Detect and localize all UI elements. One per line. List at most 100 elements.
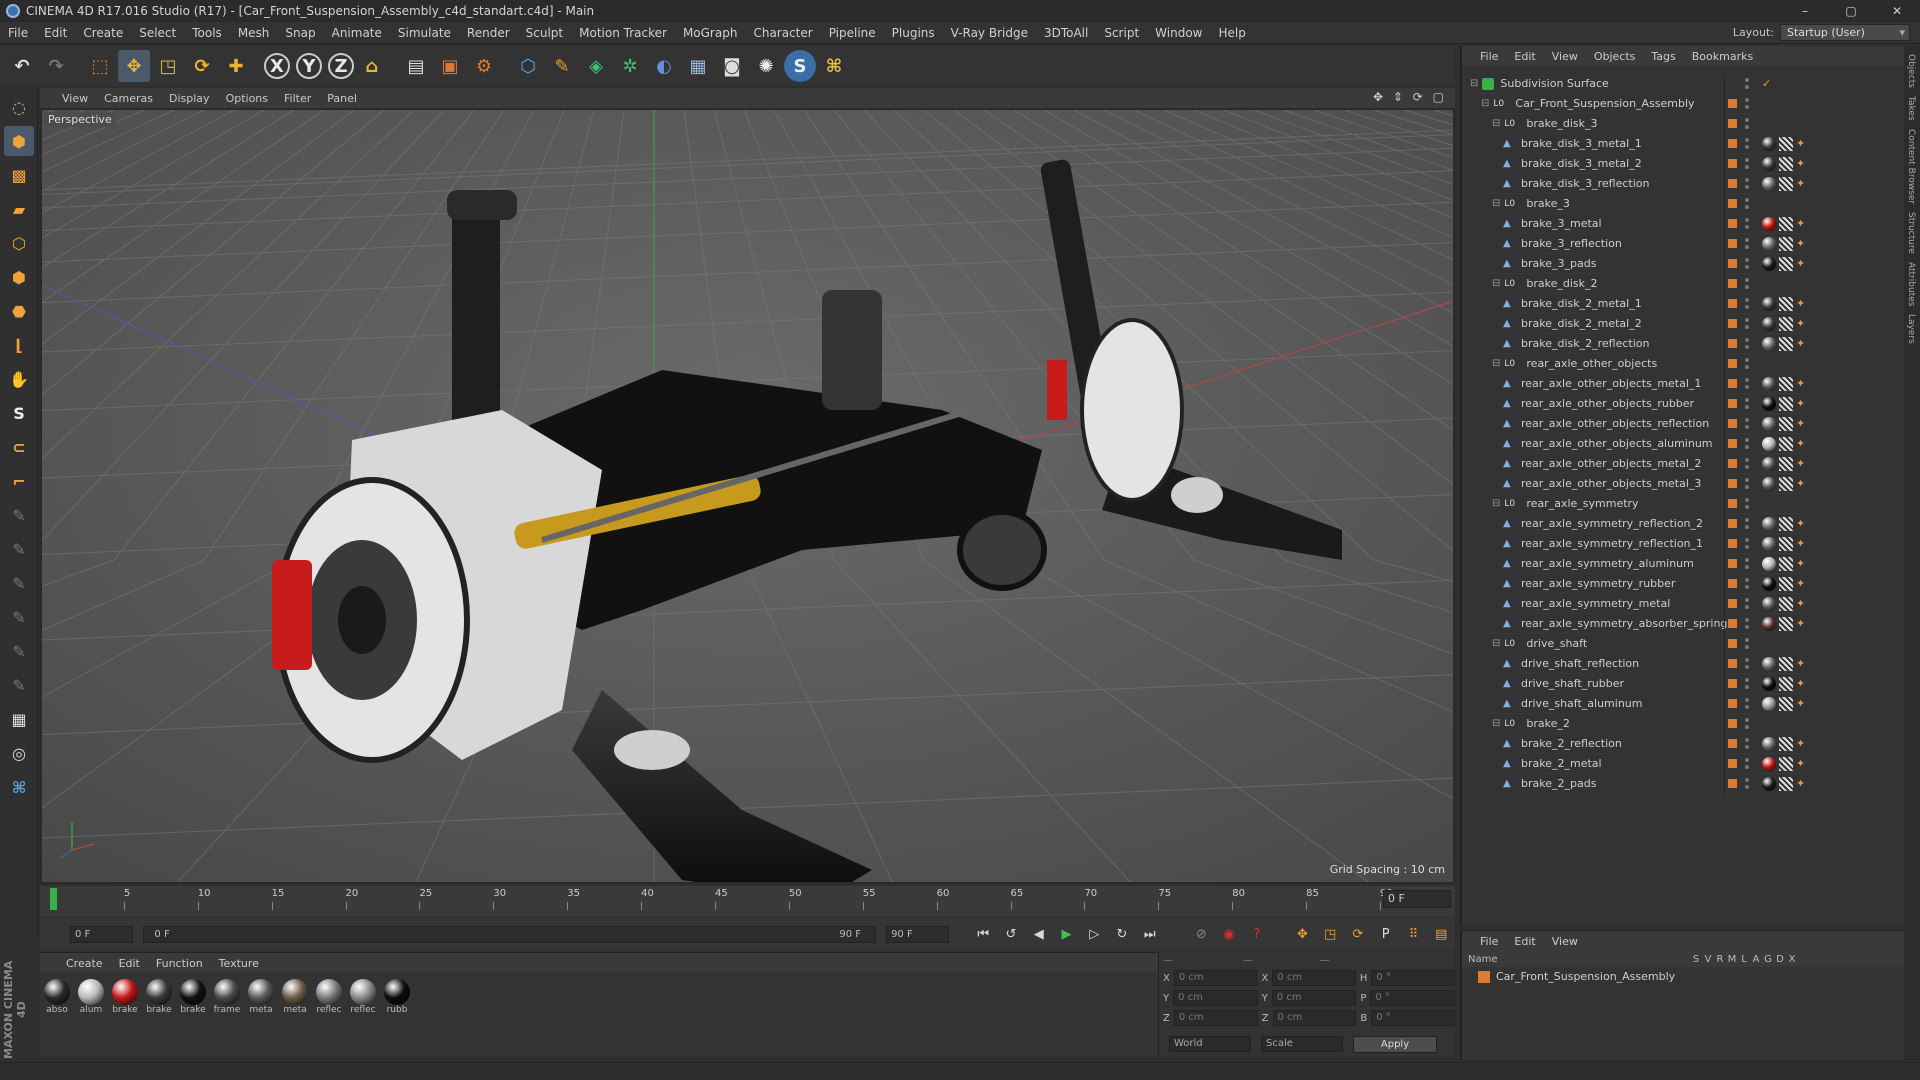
selection-tag-icon[interactable]: ✦ <box>1796 457 1810 471</box>
object-menu-tags[interactable]: Tags <box>1643 50 1683 63</box>
object-row[interactable]: ▲ drive_shaft_reflection ✦ <box>1462 654 1906 674</box>
previous-frame-icon[interactable]: ◀ <box>1027 922 1051 946</box>
texture-tag-icon[interactable] <box>1779 417 1793 431</box>
material-swatch[interactable]: reflec <box>314 979 344 1015</box>
layer-flag-icon[interactable] <box>1728 679 1737 688</box>
material-tag-icon[interactable] <box>1762 477 1776 491</box>
layer-row[interactable]: Car_Front_Suspension_Assembly <box>1462 967 1904 987</box>
layer-flag-icon[interactable] <box>1728 619 1737 628</box>
texture-tag-icon[interactable] <box>1779 137 1793 151</box>
selection-tag-icon[interactable]: ✦ <box>1796 377 1810 391</box>
material-tag-icon[interactable] <box>1762 737 1776 751</box>
object-row[interactable]: ⊟ L0 drive_shaft <box>1462 634 1906 654</box>
menu-3dtoall[interactable]: 3DToAll <box>1036 22 1096 44</box>
material-tag-icon[interactable] <box>1762 217 1776 231</box>
model-mode-icon[interactable]: ◌ <box>4 92 34 122</box>
scale-icon[interactable]: ◳ <box>152 50 184 82</box>
object-row[interactable]: ▲ rear_axle_symmetry_absorber_spring ✦ <box>1462 614 1906 634</box>
object-row[interactable]: ▲ rear_axle_other_objects_metal_1 ✦ <box>1462 374 1906 394</box>
editor-visibility-dot-icon[interactable] <box>1745 538 1749 542</box>
material-tag-icon[interactable] <box>1762 297 1776 311</box>
object-row[interactable]: ▲ brake_2_reflection ✦ <box>1462 734 1906 754</box>
xpresso-icon[interactable]: ◎ <box>4 738 34 768</box>
texture-tag-icon[interactable] <box>1779 657 1793 671</box>
object-row[interactable]: ⊟ L0 rear_axle_symmetry <box>1462 494 1906 514</box>
key-parameter-icon[interactable]: P <box>1374 922 1398 946</box>
render-visibility-dot-icon[interactable] <box>1745 645 1749 649</box>
texture-tag-icon[interactable] <box>1779 517 1793 531</box>
selection-tag-icon[interactable]: ✦ <box>1796 657 1810 671</box>
menu-sculpt[interactable]: Sculpt <box>518 22 571 44</box>
render-visibility-dot-icon[interactable] <box>1745 145 1749 149</box>
material-tag-icon[interactable] <box>1762 757 1776 771</box>
material-tag-icon[interactable] <box>1762 577 1776 591</box>
texture-tag-icon[interactable] <box>1779 597 1793 611</box>
expand-toggle-icon[interactable]: ⊟ <box>1492 358 1500 369</box>
python-icon[interactable]: ⌘ <box>818 50 850 82</box>
selection-tag-icon[interactable]: ✦ <box>1796 217 1810 231</box>
grid-checker-icon[interactable]: ▦ <box>4 704 34 734</box>
motion-record-icon[interactable]: ⊘ <box>1189 922 1213 946</box>
coord-size-field[interactable]: 0 cm <box>1271 990 1357 1006</box>
selection-tag-icon[interactable]: ✦ <box>1796 697 1810 711</box>
deformer-icon[interactable]: ◐ <box>648 50 680 82</box>
layer-flag-icon[interactable] <box>1728 579 1737 588</box>
selection-tag-icon[interactable]: ✦ <box>1796 757 1810 771</box>
material-menu-texture[interactable]: Texture <box>211 957 267 970</box>
object-row[interactable]: ⊟ L0 brake_2 <box>1462 714 1906 734</box>
object-row[interactable]: ▲ rear_axle_symmetry_reflection_2 ✦ <box>1462 514 1906 534</box>
perspective-viewport[interactable]: Perspective Grid Spacing : 10 cm <box>40 108 1455 884</box>
selection-tag-icon[interactable]: ✦ <box>1796 597 1810 611</box>
editor-visibility-dot-icon[interactable] <box>1745 378 1749 382</box>
material-swatch[interactable]: brake <box>144 979 174 1015</box>
cloner-icon[interactable]: ✲ <box>614 50 646 82</box>
end-frame-field[interactable]: 90 F <box>886 925 950 943</box>
coord-rotation-field[interactable]: 0 ° <box>1371 1010 1455 1026</box>
layer-flag-icon[interactable] <box>1728 159 1737 168</box>
selection-tag-icon[interactable]: ✦ <box>1796 617 1810 631</box>
material-tag-icon[interactable] <box>1762 137 1776 151</box>
menu-simulate[interactable]: Simulate <box>390 22 459 44</box>
texture-tag-icon[interactable] <box>1779 557 1793 571</box>
material-tag-icon[interactable] <box>1762 677 1776 691</box>
editor-visibility-dot-icon[interactable] <box>1745 618 1749 622</box>
menu-window[interactable]: Window <box>1147 22 1210 44</box>
material-swatch[interactable]: reflec <box>348 979 378 1015</box>
x-axis-icon[interactable]: X <box>264 53 290 79</box>
viewport-menu-display[interactable]: Display <box>161 92 218 105</box>
editor-visibility-dot-icon[interactable] <box>1745 198 1749 202</box>
key-rotation-icon[interactable]: ⟳ <box>1346 922 1370 946</box>
object-row[interactable]: ▲ brake_2_metal ✦ <box>1462 754 1906 774</box>
object-row[interactable]: ▲ brake_disk_3_reflection ✦ <box>1462 174 1906 194</box>
render-visibility-dot-icon[interactable] <box>1745 545 1749 549</box>
record-active-icon[interactable]: ◉ <box>1217 922 1241 946</box>
render-visibility-dot-icon[interactable] <box>1745 625 1749 629</box>
frame-range-slider[interactable]: 0 F 90 F <box>143 925 877 943</box>
editor-visibility-dot-icon[interactable] <box>1745 718 1749 722</box>
selection-tag-icon[interactable]: ✦ <box>1796 737 1810 751</box>
editor-visibility-dot-icon[interactable] <box>1745 458 1749 462</box>
expand-toggle-icon[interactable]: ⊟ <box>1492 638 1500 649</box>
texture-tag-icon[interactable] <box>1779 477 1793 491</box>
viewport-menu-filter[interactable]: Filter <box>276 92 319 105</box>
material-tag-icon[interactable] <box>1762 457 1776 471</box>
material-tag-icon[interactable] <box>1762 617 1776 631</box>
layer-flag-icon[interactable] <box>1728 279 1737 288</box>
dock-tab-takes[interactable]: Takes <box>1906 96 1916 121</box>
object-row[interactable]: ▲ rear_axle_other_objects_rubber ✦ <box>1462 394 1906 414</box>
maximize-button[interactable]: ▢ <box>1828 0 1874 22</box>
editor-visibility-dot-icon[interactable] <box>1745 598 1749 602</box>
expand-toggle-icon[interactable]: ⊟ <box>1492 498 1500 509</box>
menu-pipeline[interactable]: Pipeline <box>821 22 884 44</box>
rotate-icon[interactable]: ⟳ <box>186 50 218 82</box>
material-swatch[interactable]: alum <box>76 979 106 1015</box>
floor-icon[interactable]: ▦ <box>682 50 714 82</box>
layer-flag-icon[interactable] <box>1728 659 1737 668</box>
material-tag-icon[interactable] <box>1762 377 1776 391</box>
layer-flag-icon[interactable] <box>1728 99 1737 108</box>
editor-visibility-dot-icon[interactable] <box>1745 318 1749 322</box>
object-menu-bookmarks[interactable]: Bookmarks <box>1684 50 1761 63</box>
menu-help[interactable]: Help <box>1210 22 1253 44</box>
material-tag-icon[interactable] <box>1762 177 1776 191</box>
layer-flag-icon[interactable] <box>1728 479 1737 488</box>
